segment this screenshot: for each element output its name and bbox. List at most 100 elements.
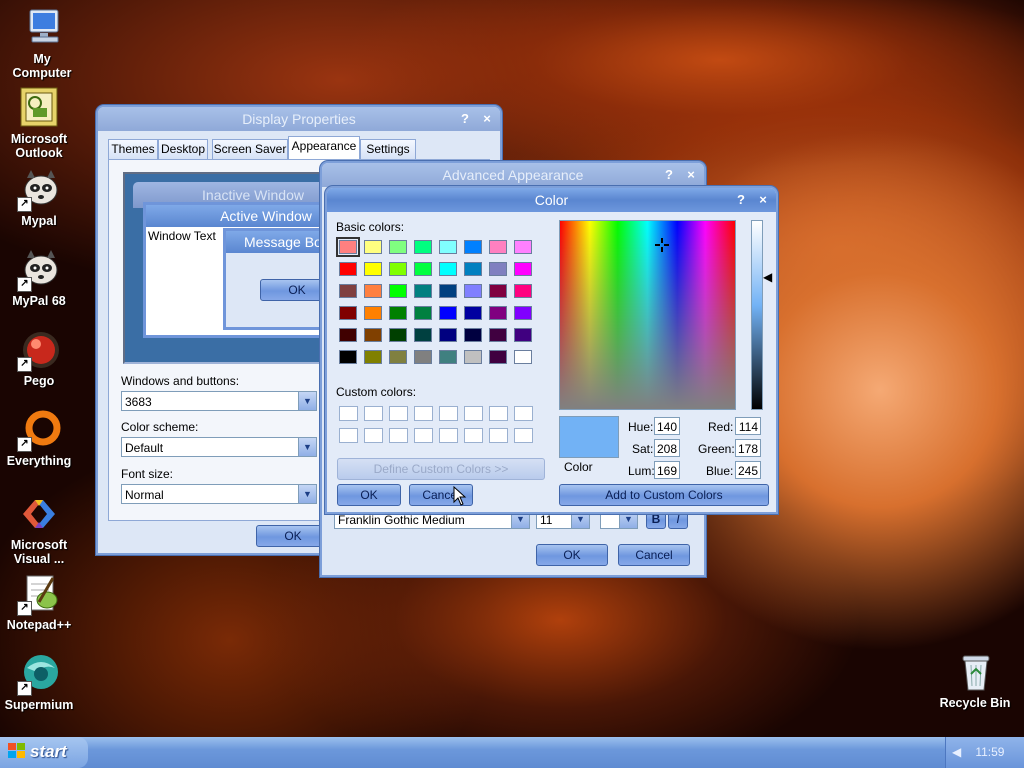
- basic-color-swatch[interactable]: [464, 284, 482, 298]
- basic-color-swatch[interactable]: [389, 240, 407, 254]
- basic-color-swatch[interactable]: [489, 306, 507, 320]
- custom-color-swatch[interactable]: [439, 428, 458, 443]
- advanced-ok-button[interactable]: OK: [536, 544, 608, 566]
- basic-color-swatch[interactable]: [389, 328, 407, 342]
- custom-color-swatch[interactable]: [339, 428, 358, 443]
- custom-color-swatch[interactable]: [414, 406, 433, 421]
- basic-color-swatch[interactable]: [414, 328, 432, 342]
- close-button[interactable]: ×: [478, 110, 496, 128]
- basic-color-swatch[interactable]: [439, 328, 457, 342]
- color-ok-button[interactable]: OK: [337, 484, 401, 506]
- basic-color-swatch[interactable]: [339, 328, 357, 342]
- basic-color-swatch[interactable]: [489, 240, 507, 254]
- basic-color-swatch[interactable]: [464, 240, 482, 254]
- tab-settings[interactable]: Settings: [360, 139, 416, 159]
- basic-color-swatch[interactable]: [439, 350, 457, 364]
- basic-color-swatch[interactable]: [514, 350, 532, 364]
- tab-desktop[interactable]: Desktop: [158, 139, 208, 159]
- basic-color-swatch[interactable]: [414, 306, 432, 320]
- basic-color-swatch[interactable]: [336, 237, 360, 257]
- font-size-select[interactable]: Normal ▼: [121, 484, 317, 504]
- basic-color-swatch[interactable]: [414, 284, 432, 298]
- basic-color-swatch[interactable]: [389, 284, 407, 298]
- windows-buttons-select[interactable]: 3683 ▼: [121, 391, 317, 411]
- basic-color-swatch[interactable]: [364, 306, 382, 320]
- display-ok-button[interactable]: OK: [256, 525, 330, 547]
- custom-color-swatch[interactable]: [464, 428, 483, 443]
- basic-color-swatch[interactable]: [514, 284, 532, 298]
- desktop-icon-pego[interactable]: ↗ Pego: [0, 328, 81, 388]
- clock[interactable]: 11:59: [975, 745, 1004, 759]
- lum-input[interactable]: 169: [654, 461, 680, 479]
- basic-color-swatch[interactable]: [414, 240, 432, 254]
- basic-color-swatch[interactable]: [364, 262, 382, 276]
- basic-color-swatch[interactable]: [439, 306, 457, 320]
- custom-color-swatch[interactable]: [514, 406, 533, 421]
- basic-color-swatch[interactable]: [389, 350, 407, 364]
- help-button[interactable]: ?: [456, 110, 474, 128]
- basic-color-swatch[interactable]: [439, 262, 457, 276]
- custom-color-swatch[interactable]: [514, 428, 533, 443]
- basic-color-swatch[interactable]: [389, 306, 407, 320]
- sat-input[interactable]: 208: [654, 439, 680, 457]
- custom-color-swatch[interactable]: [389, 428, 408, 443]
- close-button[interactable]: ×: [682, 166, 700, 184]
- basic-color-swatch[interactable]: [514, 328, 532, 342]
- basic-color-swatch[interactable]: [364, 240, 382, 254]
- tab-screen-saver[interactable]: Screen Saver: [212, 139, 288, 159]
- hue-input[interactable]: 140: [654, 417, 680, 435]
- custom-color-swatch[interactable]: [414, 428, 433, 443]
- luminance-arrow-icon[interactable]: ◀: [763, 270, 772, 284]
- desktop-icon-notepadpp[interactable]: ↗ Notepad++: [0, 572, 81, 632]
- basic-color-swatch[interactable]: [439, 240, 457, 254]
- desktop-icon-mypal68[interactable]: ↗ MyPal 68: [0, 248, 81, 308]
- custom-color-swatch[interactable]: [389, 406, 408, 421]
- basic-color-swatch[interactable]: [364, 350, 382, 364]
- desktop-icon-visual-studio[interactable]: Microsoft Visual ...: [0, 492, 81, 566]
- luminance-slider[interactable]: [751, 220, 763, 410]
- custom-color-swatch[interactable]: [364, 428, 383, 443]
- desktop-icon-my-computer[interactable]: My Computer: [0, 6, 84, 80]
- start-button[interactable]: start: [0, 737, 88, 768]
- close-button[interactable]: ×: [754, 191, 772, 209]
- desktop[interactable]: My Computer Microsoft Outlook ↗ Mypal ↗ …: [0, 0, 1024, 768]
- basic-color-swatch[interactable]: [339, 262, 357, 276]
- custom-color-swatch[interactable]: [464, 406, 483, 421]
- basic-color-swatch[interactable]: [339, 350, 357, 364]
- desktop-icon-everything[interactable]: ↗ Everything: [0, 408, 81, 468]
- basic-color-swatch[interactable]: [489, 350, 507, 364]
- desktop-icon-outlook[interactable]: Microsoft Outlook: [0, 86, 81, 160]
- basic-color-swatch[interactable]: [464, 306, 482, 320]
- display-properties-titlebar[interactable]: Display Properties ? ×: [98, 107, 500, 131]
- color-scheme-select[interactable]: Default ▼: [121, 437, 317, 457]
- basic-color-swatch[interactable]: [514, 262, 532, 276]
- add-to-custom-colors-button[interactable]: Add to Custom Colors: [559, 484, 769, 506]
- advanced-appearance-titlebar[interactable]: Advanced Appearance ? ×: [322, 163, 704, 187]
- red-input[interactable]: 114: [735, 417, 761, 435]
- basic-color-swatch[interactable]: [489, 328, 507, 342]
- color-spectrum[interactable]: [559, 220, 736, 410]
- basic-color-swatch[interactable]: [439, 284, 457, 298]
- custom-color-swatch[interactable]: [489, 406, 508, 421]
- desktop-icon-recycle-bin[interactable]: Recycle Bin: [933, 650, 1017, 710]
- custom-color-swatch[interactable]: [339, 406, 358, 421]
- basic-color-swatch[interactable]: [464, 262, 482, 276]
- green-input[interactable]: 178: [735, 439, 761, 457]
- basic-color-swatch[interactable]: [414, 350, 432, 364]
- basic-color-swatch[interactable]: [414, 262, 432, 276]
- desktop-icon-mypal[interactable]: ↗ Mypal: [0, 168, 81, 228]
- custom-color-swatch[interactable]: [489, 428, 508, 443]
- chevron-down-icon[interactable]: ▼: [298, 392, 316, 410]
- basic-color-swatch[interactable]: [339, 306, 357, 320]
- speaker-icon[interactable]: ◀: [952, 737, 966, 768]
- help-button[interactable]: ?: [732, 191, 750, 209]
- chevron-down-icon[interactable]: ▼: [298, 485, 316, 503]
- custom-color-swatch[interactable]: [364, 406, 383, 421]
- basic-color-swatch[interactable]: [514, 306, 532, 320]
- custom-color-swatch[interactable]: [439, 406, 458, 421]
- basic-color-swatch[interactable]: [339, 284, 357, 298]
- tab-appearance[interactable]: Appearance: [288, 136, 360, 159]
- color-dialog-titlebar[interactable]: Color ? ×: [327, 188, 776, 212]
- blue-input[interactable]: 245: [735, 461, 761, 479]
- tab-themes[interactable]: Themes: [108, 139, 158, 159]
